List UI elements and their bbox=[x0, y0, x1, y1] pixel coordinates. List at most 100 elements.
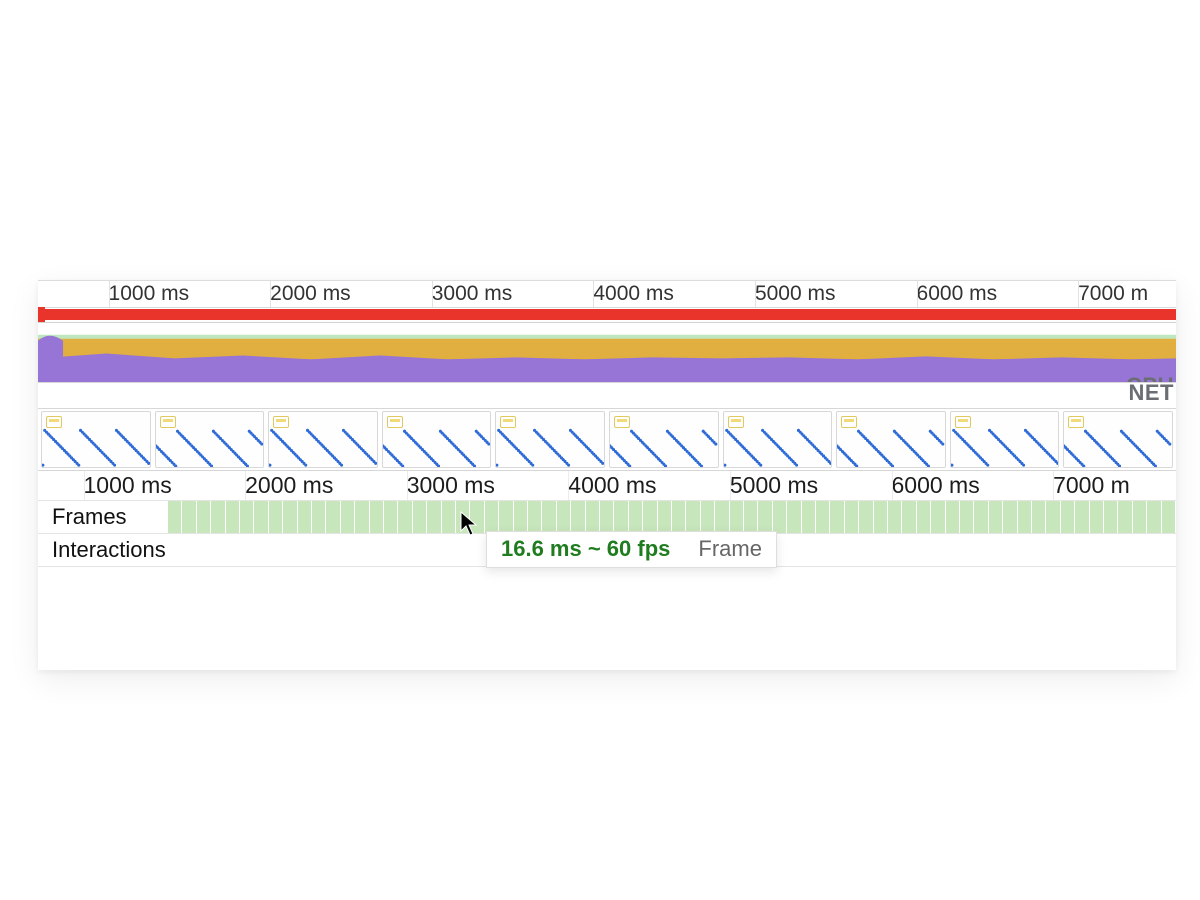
filmstrip-thumbnail[interactable] bbox=[950, 411, 1060, 468]
frame-bar[interactable] bbox=[269, 501, 283, 533]
frame-bar[interactable] bbox=[1147, 501, 1161, 533]
frame-bar[interactable] bbox=[773, 501, 787, 533]
frame-bar[interactable] bbox=[427, 501, 441, 533]
ruler-tick: 7000 m bbox=[1078, 281, 1148, 307]
frame-bar[interactable] bbox=[859, 501, 873, 533]
frame-bar[interactable] bbox=[758, 501, 772, 533]
frame-bar[interactable] bbox=[485, 501, 499, 533]
frame-bar[interactable] bbox=[686, 501, 700, 533]
flamechart-time-ruler[interactable]: 1000 ms2000 ms3000 ms4000 ms5000 ms6000 … bbox=[38, 471, 1176, 501]
frame-bar[interactable] bbox=[1018, 501, 1032, 533]
frame-bar[interactable] bbox=[658, 501, 672, 533]
frame-bar[interactable] bbox=[182, 501, 196, 533]
frame-bar[interactable] bbox=[197, 501, 211, 533]
frame-bar[interactable] bbox=[326, 501, 340, 533]
frame-bar[interactable] bbox=[1104, 501, 1118, 533]
fps-lane[interactable]: FPS bbox=[38, 308, 1176, 323]
frame-bar[interactable] bbox=[254, 501, 268, 533]
frame-bar[interactable] bbox=[1090, 501, 1104, 533]
frame-bar[interactable] bbox=[298, 501, 312, 533]
frame-bar[interactable] bbox=[888, 501, 902, 533]
frame-bar[interactable] bbox=[715, 501, 729, 533]
frame-bar[interactable] bbox=[960, 501, 974, 533]
cpu-lane[interactable]: CPU bbox=[38, 323, 1176, 383]
filmstrip-thumbnail[interactable] bbox=[723, 411, 833, 468]
tooltip-value: 16.6 ms ~ 60 fps bbox=[501, 536, 670, 562]
interactions-track-label[interactable]: Interactions bbox=[38, 534, 168, 566]
frame-bar[interactable] bbox=[499, 501, 513, 533]
frame-bar[interactable] bbox=[931, 501, 945, 533]
frame-bar[interactable] bbox=[1003, 501, 1017, 533]
overview-time-ruler[interactable]: 1000 ms2000 ms3000 ms4000 ms5000 ms6000 … bbox=[38, 280, 1176, 308]
frame-bar[interactable] bbox=[902, 501, 916, 533]
frame-bar[interactable] bbox=[586, 501, 600, 533]
filmstrip-thumbnail[interactable] bbox=[155, 411, 265, 468]
frame-bar[interactable] bbox=[456, 501, 470, 533]
frame-bar[interactable] bbox=[744, 501, 758, 533]
frame-bar[interactable] bbox=[542, 501, 556, 533]
frames-track[interactable]: Frames bbox=[38, 501, 1176, 534]
frame-bar[interactable] bbox=[557, 501, 571, 533]
filmstrip-thumbnail[interactable] bbox=[609, 411, 719, 468]
frame-bar[interactable] bbox=[470, 501, 484, 533]
frame-bar[interactable] bbox=[571, 501, 585, 533]
frame-bar[interactable] bbox=[1061, 501, 1075, 533]
frames-track-body[interactable] bbox=[168, 501, 1176, 533]
ruler-tick: 2000 ms bbox=[270, 281, 351, 307]
frame-bar[interactable] bbox=[730, 501, 744, 533]
frame-bar[interactable] bbox=[845, 501, 859, 533]
frame-bar[interactable] bbox=[989, 501, 1003, 533]
flame-ruler-tick: 2000 ms bbox=[245, 471, 333, 500]
filmstrip-thumbnail[interactable] bbox=[495, 411, 605, 468]
frame-bar[interactable] bbox=[413, 501, 427, 533]
frame-bar[interactable] bbox=[240, 501, 254, 533]
frame-bar[interactable] bbox=[614, 501, 628, 533]
frame-bar[interactable] bbox=[355, 501, 369, 533]
frame-bar[interactable] bbox=[1075, 501, 1089, 533]
frame-bar[interactable] bbox=[600, 501, 614, 533]
filmstrip[interactable] bbox=[38, 409, 1176, 471]
frame-bar[interactable] bbox=[514, 501, 528, 533]
frame-bar[interactable] bbox=[830, 501, 844, 533]
frame-bar[interactable] bbox=[672, 501, 686, 533]
frame-bar[interactable] bbox=[816, 501, 830, 533]
filmstrip-thumbnail[interactable] bbox=[382, 411, 492, 468]
frame-bar[interactable] bbox=[802, 501, 816, 533]
frame-bar[interactable] bbox=[701, 501, 715, 533]
frame-bar[interactable] bbox=[629, 501, 643, 533]
filmstrip-thumbnail[interactable] bbox=[836, 411, 946, 468]
frame-bar[interactable] bbox=[370, 501, 384, 533]
frame-bar[interactable] bbox=[211, 501, 225, 533]
flame-ruler-tick: 3000 ms bbox=[407, 471, 495, 500]
ruler-tick: 5000 ms bbox=[755, 281, 836, 307]
frame-bar[interactable] bbox=[1133, 501, 1147, 533]
net-lane[interactable]: NET bbox=[38, 383, 1176, 409]
frames-track-label[interactable]: Frames bbox=[38, 501, 168, 533]
frame-bar[interactable] bbox=[974, 501, 988, 533]
frame-bar[interactable] bbox=[946, 501, 960, 533]
flame-ruler-tick: 6000 ms bbox=[892, 471, 980, 500]
frame-bar[interactable] bbox=[917, 501, 931, 533]
performance-overview-panel[interactable]: 1000 ms2000 ms3000 ms4000 ms5000 ms6000 … bbox=[38, 280, 1176, 670]
frame-bar[interactable] bbox=[226, 501, 240, 533]
filmstrip-thumbnail[interactable] bbox=[1063, 411, 1173, 468]
frame-bar[interactable] bbox=[643, 501, 657, 533]
filmstrip-thumbnail[interactable] bbox=[268, 411, 378, 468]
frame-bar[interactable] bbox=[312, 501, 326, 533]
filmstrip-thumbnail[interactable] bbox=[41, 411, 151, 468]
flame-ruler-tick: 4000 ms bbox=[568, 471, 656, 500]
frame-bar[interactable] bbox=[442, 501, 456, 533]
frame-bar[interactable] bbox=[874, 501, 888, 533]
frame-bar[interactable] bbox=[1162, 501, 1176, 533]
frame-bar[interactable] bbox=[341, 501, 355, 533]
frame-bar[interactable] bbox=[528, 501, 542, 533]
frame-bar[interactable] bbox=[168, 501, 182, 533]
frame-bar[interactable] bbox=[384, 501, 398, 533]
frame-bar[interactable] bbox=[1032, 501, 1046, 533]
frame-bar[interactable] bbox=[1118, 501, 1132, 533]
frame-bar[interactable] bbox=[398, 501, 412, 533]
frame-bar[interactable] bbox=[787, 501, 801, 533]
frame-bar[interactable] bbox=[283, 501, 297, 533]
frame-bar[interactable] bbox=[1046, 501, 1060, 533]
tooltip-label: Frame bbox=[698, 536, 762, 562]
